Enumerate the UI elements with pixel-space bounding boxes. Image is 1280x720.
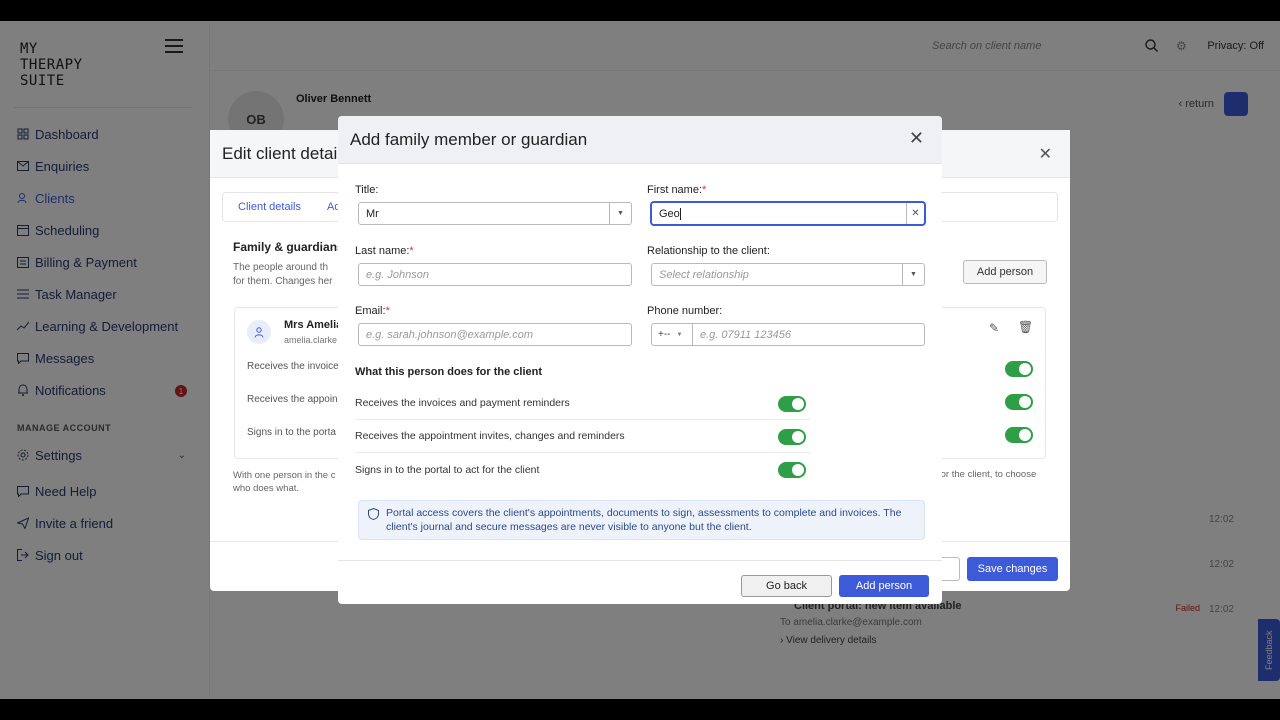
person-icon: [247, 320, 271, 344]
close-icon[interactable]: ✕: [909, 129, 924, 147]
add-person-button[interactable]: Add person: [839, 575, 929, 597]
relationship-select[interactable]: Select relationship ▼: [651, 263, 925, 286]
go-back-button[interactable]: Go back: [741, 575, 832, 597]
appointments-toggle[interactable]: [778, 429, 806, 445]
app-window: MY THERAPY SUITE Dashboard Enquiries Cli…: [0, 21, 1280, 699]
chevron-down-icon[interactable]: ▼: [609, 203, 631, 224]
add-person-button[interactable]: Add person: [963, 260, 1047, 284]
family-guardians-title: Family & guardians: [233, 240, 344, 254]
save-changes-button[interactable]: Save changes: [967, 557, 1058, 581]
email-label: Email:*: [355, 305, 390, 317]
person-name: Mrs Amelia: [284, 319, 343, 331]
clear-icon[interactable]: ✕: [906, 203, 924, 224]
first-name-label: First name:*: [647, 184, 707, 196]
last-name-field[interactable]: e.g. Johnson: [358, 263, 632, 286]
person-email: amelia.clarke: [284, 335, 338, 345]
help-text: With one person in the c who does what.: [233, 470, 336, 494]
roles-title: What this person does for the client: [355, 366, 543, 378]
add-family-member-modal: Add family member or guardian ✕ Title: M…: [338, 116, 942, 604]
help-text: for the client, to choose: [938, 469, 1037, 480]
chevron-down-icon[interactable]: ▼: [902, 264, 924, 285]
portal-toggle[interactable]: [778, 462, 806, 478]
modal-footer: Go back Add person: [338, 560, 942, 604]
role-row-portal: Signs in to the portal to act for the cl…: [355, 453, 811, 486]
relationship-label: Relationship to the client:: [647, 245, 770, 257]
title-label: Title:: [355, 184, 379, 196]
email-field[interactable]: e.g. sarah.johnson@example.com: [358, 323, 632, 346]
last-name-label: Last name:*: [355, 245, 414, 257]
edit-icon[interactable]: ✎: [989, 321, 999, 335]
modal-header: Add family member or guardian ✕: [338, 116, 942, 164]
person-role: Receives the appoin: [247, 394, 338, 405]
person-role: Receives the invoice: [247, 361, 339, 372]
portal-info-box: Portal access covers the client's appoin…: [358, 500, 925, 540]
phone-label: Phone number:: [647, 305, 723, 317]
role-row-appointments: Receives the appointment invites, change…: [355, 420, 811, 453]
person-role: Signs in to the porta: [247, 427, 336, 438]
role-row-invoices: Receives the invoices and payment remind…: [355, 387, 811, 420]
role-toggle[interactable]: [1005, 427, 1033, 443]
role-toggle[interactable]: [1005, 361, 1033, 377]
first-name-field[interactable]: Geo ✕: [651, 202, 925, 225]
phone-field[interactable]: +-- ▼ e.g. 07911 123456: [651, 323, 925, 346]
close-icon[interactable]: ✕: [1039, 144, 1052, 164]
tab-client-details[interactable]: Client details: [238, 201, 301, 213]
invoices-toggle[interactable]: [778, 396, 806, 412]
edit-client-title: Edit client detai: [222, 144, 338, 163]
modal-title: Add family member or guardian: [350, 130, 588, 149]
title-select[interactable]: Mr ▼: [358, 202, 632, 225]
trash-icon[interactable]: 🗑: [1018, 320, 1033, 334]
family-guardians-desc: The people around th for them. Changes h…: [233, 262, 333, 287]
shield-icon: [368, 507, 379, 524]
role-toggle[interactable]: [1005, 394, 1033, 410]
country-code-select[interactable]: +-- ▼: [652, 324, 693, 345]
chevron-down-icon: ▼: [676, 331, 683, 338]
